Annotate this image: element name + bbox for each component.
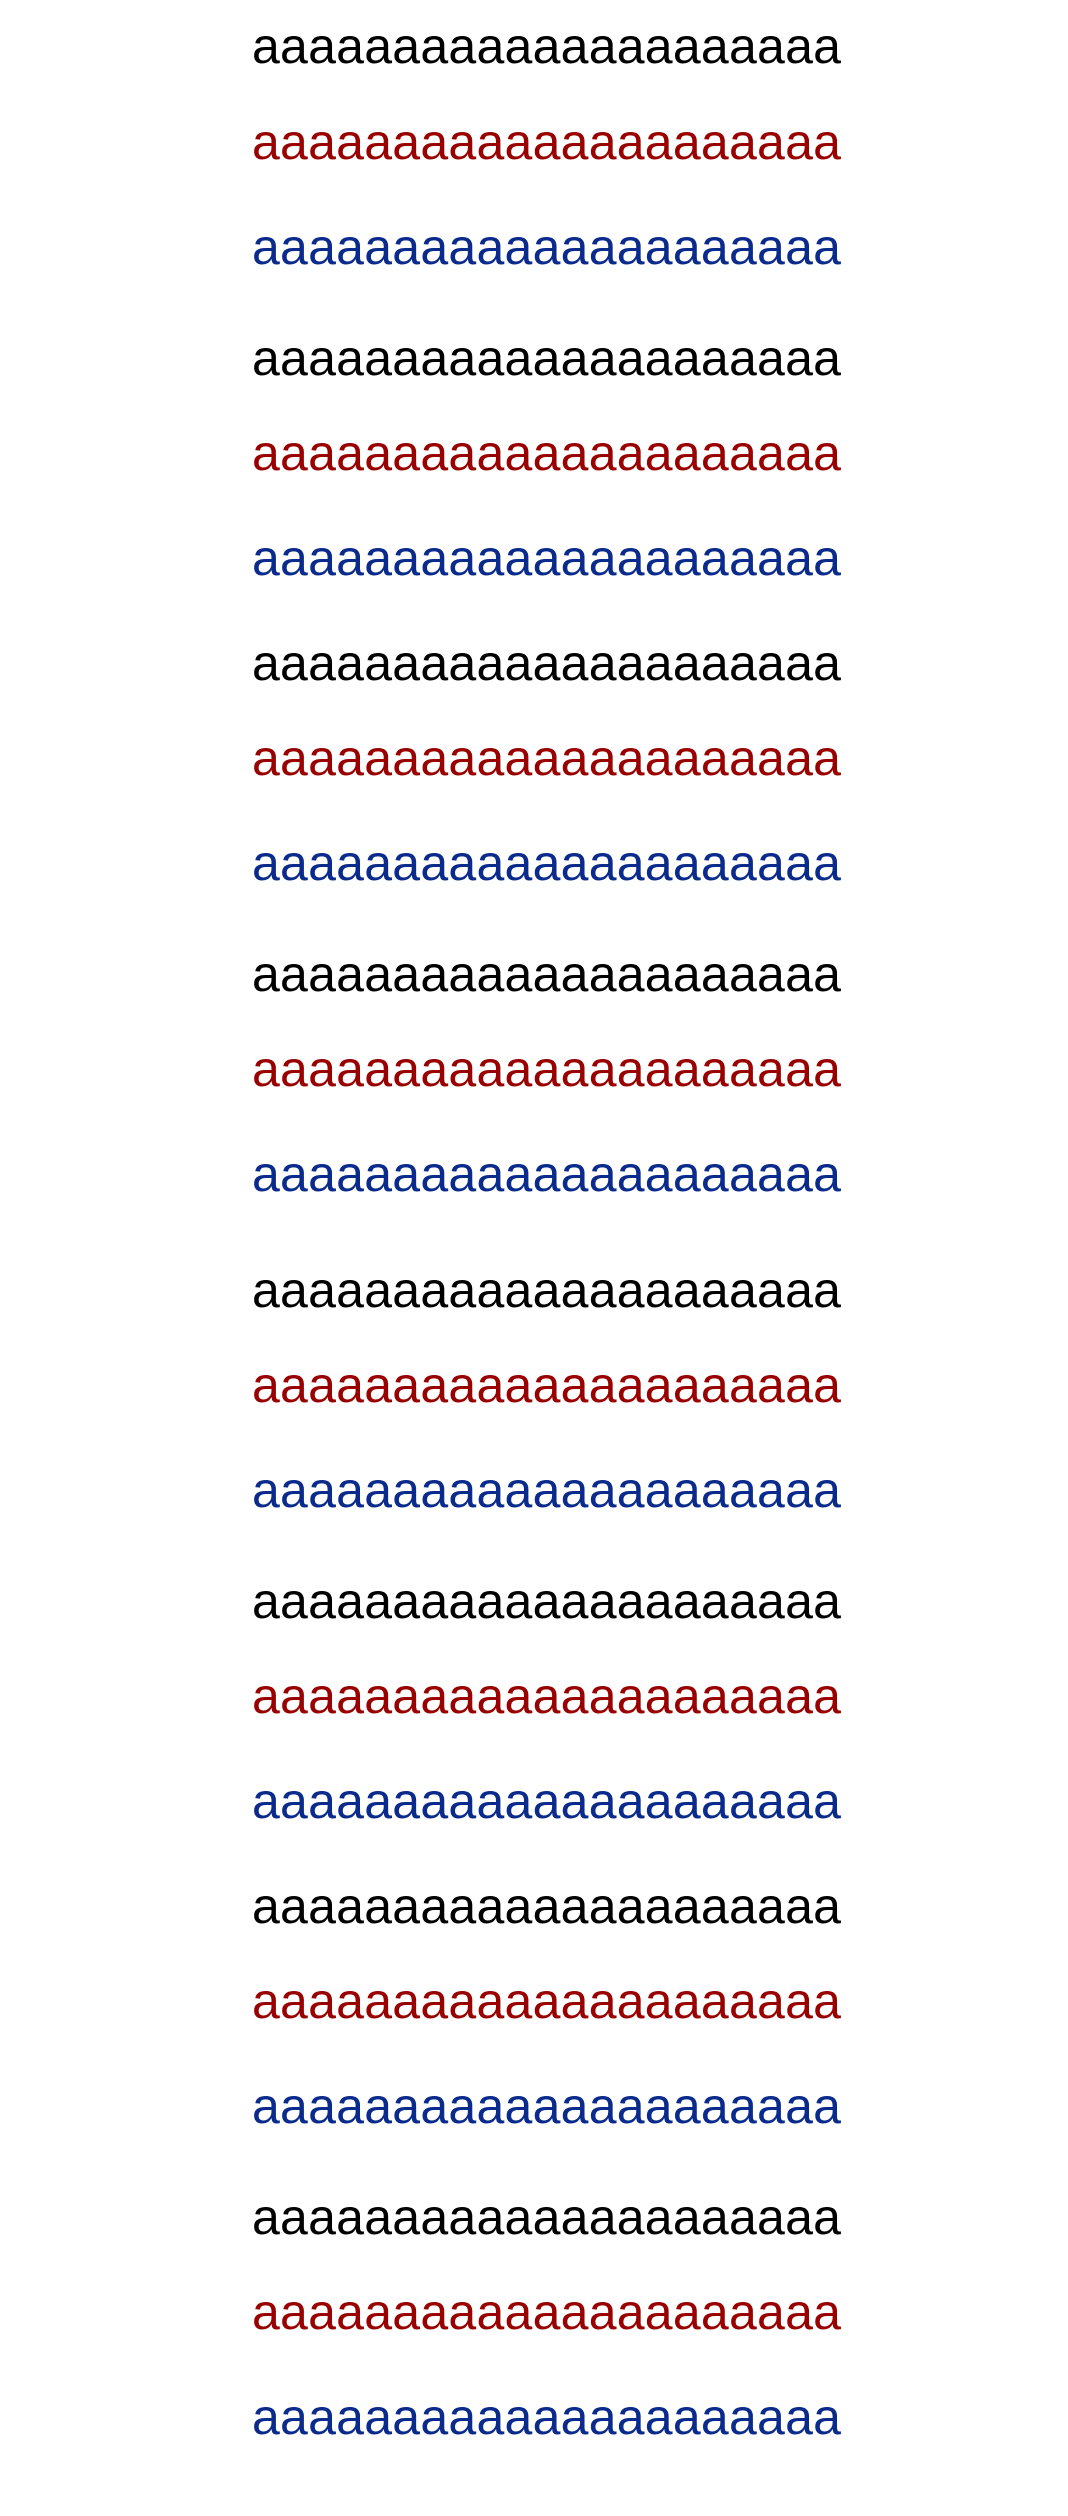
text-line-red: aaaaaaaaaaaaaaaaaaaaa: [252, 425, 842, 481]
text-line-red: aaaaaaaaaaaaaaaaaaaaa: [252, 1357, 842, 1413]
text-line-red: aaaaaaaaaaaaaaaaaaaaa: [252, 2284, 842, 2340]
text-line-blue: aaaaaaaaaaaaaaaaaaaaa: [252, 1773, 842, 1829]
text-line-black: aaaaaaaaaaaaaaaaaaaaa: [252, 635, 842, 691]
text-line-black: aaaaaaaaaaaaaaaaaaaaa: [252, 18, 842, 74]
text-line-blue: aaaaaaaaaaaaaaaaaaaaa: [252, 1146, 842, 1202]
text-line-red: aaaaaaaaaaaaaaaaaaaaa: [252, 114, 842, 170]
text-line-black: aaaaaaaaaaaaaaaaaaaaa: [252, 2189, 842, 2245]
text-line-red: aaaaaaaaaaaaaaaaaaaaa: [252, 1041, 842, 1097]
text-line-blue: aaaaaaaaaaaaaaaaaaaaa: [252, 2389, 842, 2445]
text-line-black: aaaaaaaaaaaaaaaaaaaaa: [252, 1878, 842, 1934]
text-line-black: aaaaaaaaaaaaaaaaaaaaa: [252, 330, 842, 386]
text-line-black: aaaaaaaaaaaaaaaaaaaaa: [252, 946, 842, 1002]
text-sheet: aaaaaaaaaaaaaaaaaaaaa aaaaaaaaaaaaaaaaaa…: [0, 0, 1068, 2516]
text-line-black: aaaaaaaaaaaaaaaaaaaaa: [252, 1573, 842, 1629]
text-line-red: aaaaaaaaaaaaaaaaaaaaa: [252, 1973, 842, 2029]
text-line-blue: aaaaaaaaaaaaaaaaaaaaa: [252, 835, 842, 891]
text-line-blue: aaaaaaaaaaaaaaaaaaaaa: [252, 2078, 842, 2134]
text-line-black: aaaaaaaaaaaaaaaaaaaaa: [252, 1262, 842, 1318]
text-line-red: aaaaaaaaaaaaaaaaaaaaa: [252, 1668, 842, 1724]
text-line-blue: aaaaaaaaaaaaaaaaaaaaa: [252, 530, 842, 586]
text-line-blue: aaaaaaaaaaaaaaaaaaaaa: [252, 219, 842, 275]
text-line-red: aaaaaaaaaaaaaaaaaaaaa: [252, 730, 842, 786]
text-line-blue: aaaaaaaaaaaaaaaaaaaaa: [252, 1462, 842, 1518]
